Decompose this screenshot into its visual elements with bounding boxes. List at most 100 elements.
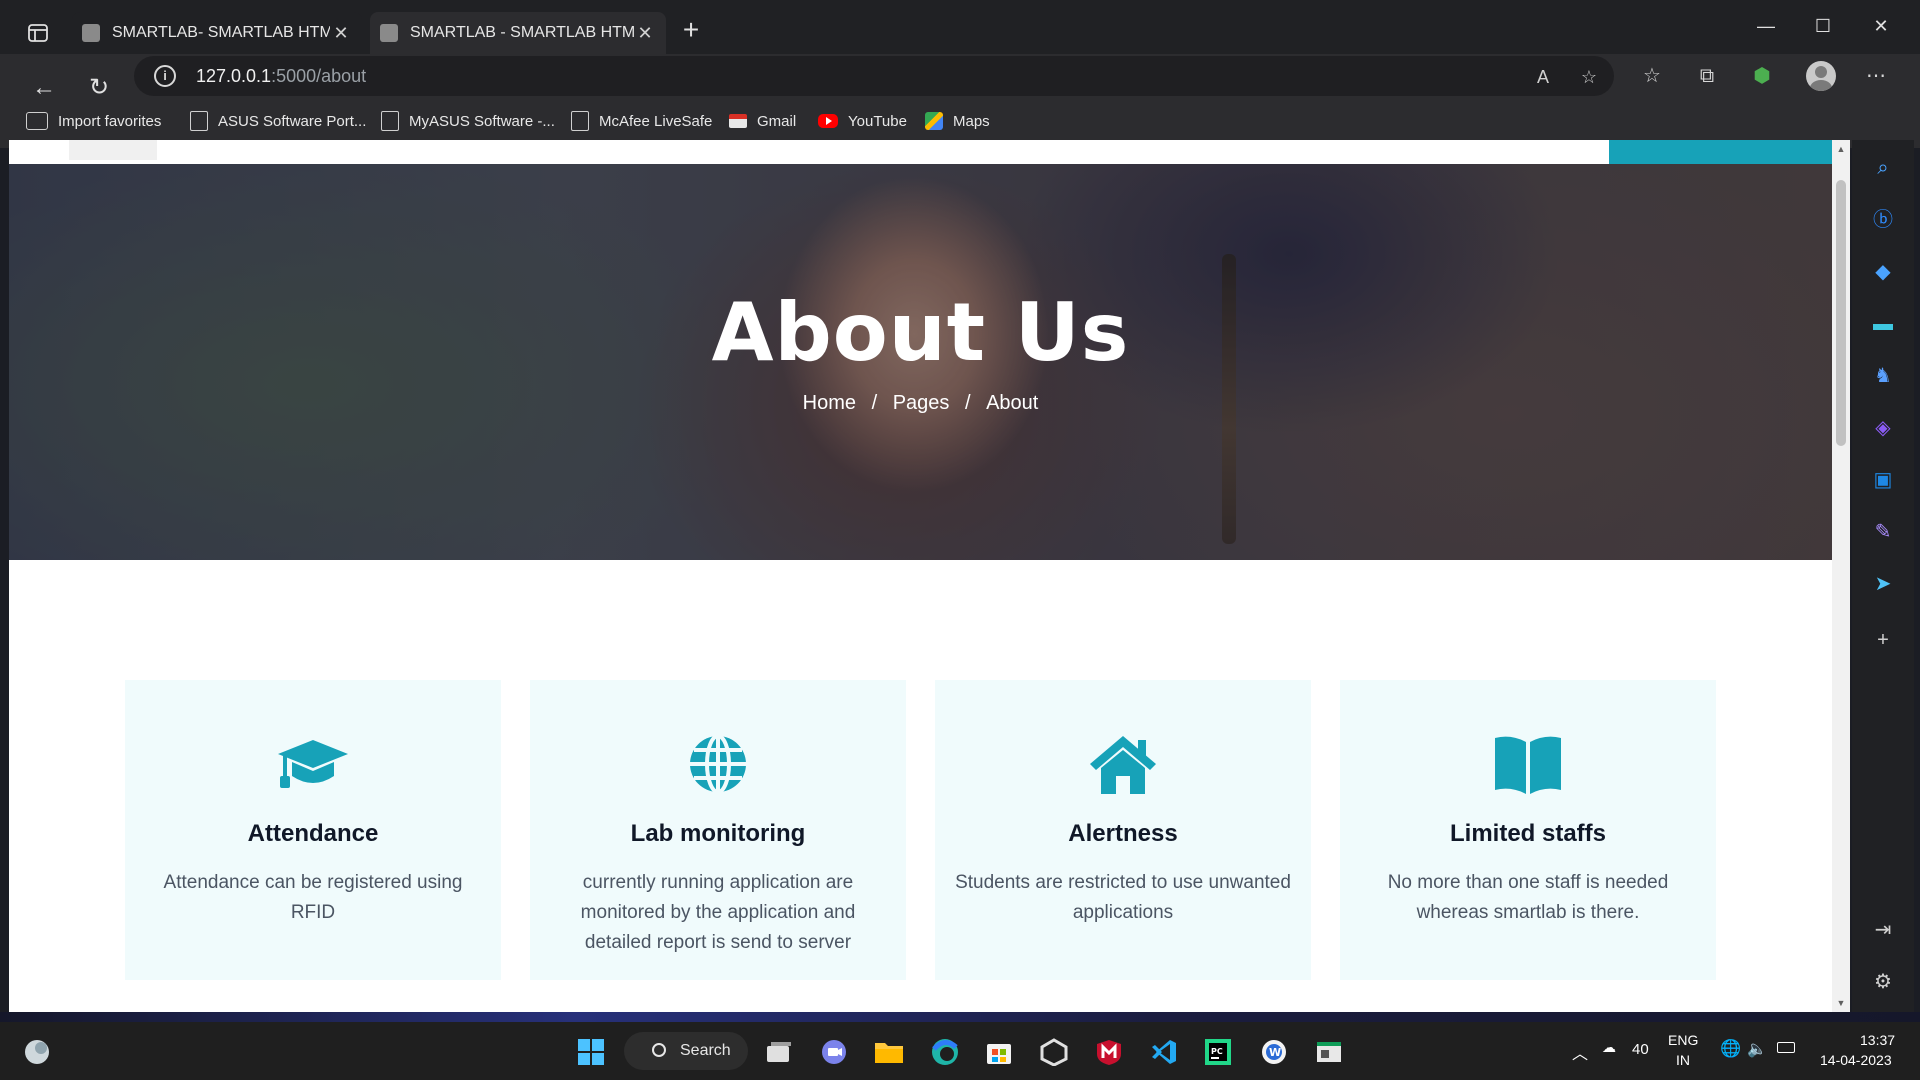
edge-browser-icon[interactable]: [928, 1035, 962, 1069]
mcafee-icon[interactable]: [1092, 1035, 1126, 1069]
clock-time[interactable]: 13:37: [1860, 1032, 1895, 1048]
battery-icon[interactable]: [1777, 1042, 1795, 1053]
weather-tray-icon[interactable]: ☁: [1602, 1039, 1616, 1056]
clock-date[interactable]: 14-04-2023: [1820, 1052, 1892, 1068]
teams-chat-icon[interactable]: [817, 1035, 851, 1069]
add-sidebar-app-icon[interactable]: +: [1869, 626, 1897, 654]
feature-card: Limited staffs No more than one staff is…: [1340, 680, 1716, 980]
page-viewport[interactable]: About Us Home / Pages / About Attendance…: [9, 140, 1832, 1012]
vscode-icon[interactable]: [1147, 1035, 1181, 1069]
search-icon: [652, 1043, 666, 1057]
search-icon[interactable]: ⌕: [1869, 154, 1897, 182]
weather-widget-icon[interactable]: [20, 1035, 54, 1069]
address-bar[interactable]: i 127.0.0.1:5000/about A ☆: [134, 56, 1614, 96]
minimize-icon[interactable]: —: [1743, 10, 1789, 42]
close-window-icon[interactable]: ✕: [1858, 10, 1904, 42]
gmail-icon: [729, 114, 747, 128]
tools-icon[interactable]: ▬: [1869, 310, 1897, 338]
taskbar-search[interactable]: Search: [624, 1032, 748, 1070]
bookmark-item[interactable]: ASUS Software Port...: [190, 110, 366, 132]
navbar-item[interactable]: [69, 140, 157, 160]
feature-title: Alertness: [1068, 820, 1178, 847]
bookmark-item[interactable]: Import favorites: [26, 110, 161, 132]
bookmark-label: McAfee LiveSafe: [599, 112, 713, 130]
temperature: 40: [1632, 1041, 1649, 1058]
tab-title: SMARTLAB - SMARTLAB HTML Te: [410, 24, 634, 41]
back-icon[interactable]: ←: [26, 70, 62, 106]
close-tab-icon[interactable]: ✕: [634, 23, 656, 44]
browser-titlebar: SMARTLAB- SMARTLAB HTML Te ✕ SMARTLAB - …: [0, 0, 1920, 54]
scroll-down-icon[interactable]: ▼: [1836, 998, 1846, 1008]
breadcrumb-pages-link[interactable]: Pages: [893, 392, 950, 414]
refresh-icon[interactable]: ↻: [81, 70, 117, 106]
settings-icon[interactable]: ⚙: [1869, 968, 1897, 996]
page-title: About Us: [711, 286, 1130, 379]
bookmark-label: Maps: [953, 112, 990, 130]
bing-chat-icon[interactable]: ⓑ: [1869, 206, 1897, 234]
maximize-icon[interactable]: ☐: [1800, 10, 1846, 42]
svg-text:PC: PC: [1211, 1047, 1223, 1056]
bookmark-item[interactable]: YouTube: [818, 110, 907, 132]
unity-icon[interactable]: [1037, 1035, 1071, 1069]
site-favicon-icon: [380, 24, 398, 42]
hero-banner: About Us Home / Pages / About: [9, 164, 1832, 560]
graduation-cap-icon: [278, 740, 348, 788]
bookmark-label: Import favorites: [58, 112, 162, 130]
collections-icon[interactable]: ⧉: [1693, 62, 1721, 90]
breadcrumb-separator: /: [871, 392, 878, 414]
new-tab-icon[interactable]: +: [676, 16, 706, 46]
language-bottom[interactable]: IN: [1676, 1052, 1690, 1068]
microsoft365-icon[interactable]: ◈: [1869, 414, 1897, 442]
svg-text:W: W: [1269, 1046, 1281, 1059]
breadcrumb-home-link[interactable]: Home: [803, 392, 856, 414]
task-view-icon[interactable]: [762, 1035, 796, 1069]
browser-sidebar: ⌕ ⓑ ◆ ▬ ♞ ◈ ▣ ✎ ➤ + ⇥ ⚙: [1852, 140, 1914, 1018]
browser-tab[interactable]: SMARTLAB- SMARTLAB HTML Te ✕: [72, 12, 362, 54]
app-window-icon[interactable]: [1312, 1035, 1346, 1069]
page-scrollbar[interactable]: ▲ ▼: [1832, 140, 1850, 1012]
windows-taskbar: Search PC W ︿ ☁ 40 ENG IN 🌐 🔈 13:37 14-0…: [0, 1022, 1920, 1080]
bookmark-label: MyASUS Software -...: [409, 112, 555, 130]
more-options-icon[interactable]: ⋯: [1862, 62, 1890, 90]
bookmark-item[interactable]: Gmail: [729, 110, 796, 132]
language-top[interactable]: ENG: [1668, 1032, 1698, 1048]
extension-icon[interactable]: ⬢: [1748, 62, 1776, 90]
favorites-icon[interactable]: ☆: [1638, 62, 1666, 90]
app-w-icon[interactable]: W: [1257, 1035, 1291, 1069]
breadcrumb: Home / Pages / About: [9, 392, 1832, 415]
book-open-icon: [1495, 736, 1561, 794]
close-tab-icon[interactable]: ✕: [330, 23, 352, 44]
hide-sidebar-icon[interactable]: ⇥: [1869, 916, 1897, 944]
bookmark-item[interactable]: MyASUS Software -...: [381, 110, 555, 132]
add-favorite-icon[interactable]: ☆: [1577, 65, 1601, 89]
scrollbar-thumb[interactable]: [1836, 180, 1846, 446]
send-icon[interactable]: ➤: [1869, 570, 1897, 598]
url-text[interactable]: 127.0.0.1:5000/about: [196, 66, 366, 87]
feature-card: Attendance Attendance can be registered …: [125, 680, 501, 980]
page-icon: [571, 111, 589, 131]
features-section: Attendance Attendance can be registered …: [9, 560, 1832, 1012]
shopping-tag-icon[interactable]: ◆: [1869, 258, 1897, 286]
bookmark-label: Gmail: [757, 112, 797, 130]
navbar-cta-button[interactable]: [1609, 140, 1832, 164]
site-info-icon[interactable]: i: [154, 65, 176, 87]
breadcrumb-current: About: [986, 392, 1039, 414]
games-icon[interactable]: ♞: [1869, 362, 1897, 390]
browser-tab-active[interactable]: SMARTLAB - SMARTLAB HTML Te ✕: [370, 12, 666, 54]
scroll-up-icon[interactable]: ▲: [1836, 144, 1846, 154]
windows-start-icon[interactable]: [574, 1035, 608, 1069]
volume-icon[interactable]: 🔈: [1747, 1039, 1767, 1059]
read-aloud-icon[interactable]: A: [1531, 65, 1555, 89]
pycharm-icon[interactable]: PC: [1201, 1035, 1235, 1069]
file-explorer-icon[interactable]: [872, 1035, 906, 1069]
feature-text: Students are restricted to use unwanted …: [955, 872, 1291, 923]
show-hidden-icons[interactable]: ︿: [1572, 1040, 1588, 1064]
bookmark-item[interactable]: McAfee LiveSafe: [571, 110, 712, 132]
network-icon[interactable]: 🌐: [1720, 1039, 1741, 1059]
microsoft-store-icon[interactable]: [982, 1035, 1016, 1069]
bookmark-item[interactable]: Maps: [925, 110, 990, 132]
designer-icon[interactable]: ✎: [1869, 518, 1897, 546]
profile-avatar[interactable]: [1806, 61, 1836, 91]
outlook-icon[interactable]: ▣: [1869, 466, 1897, 494]
tab-actions-icon[interactable]: [24, 19, 52, 47]
